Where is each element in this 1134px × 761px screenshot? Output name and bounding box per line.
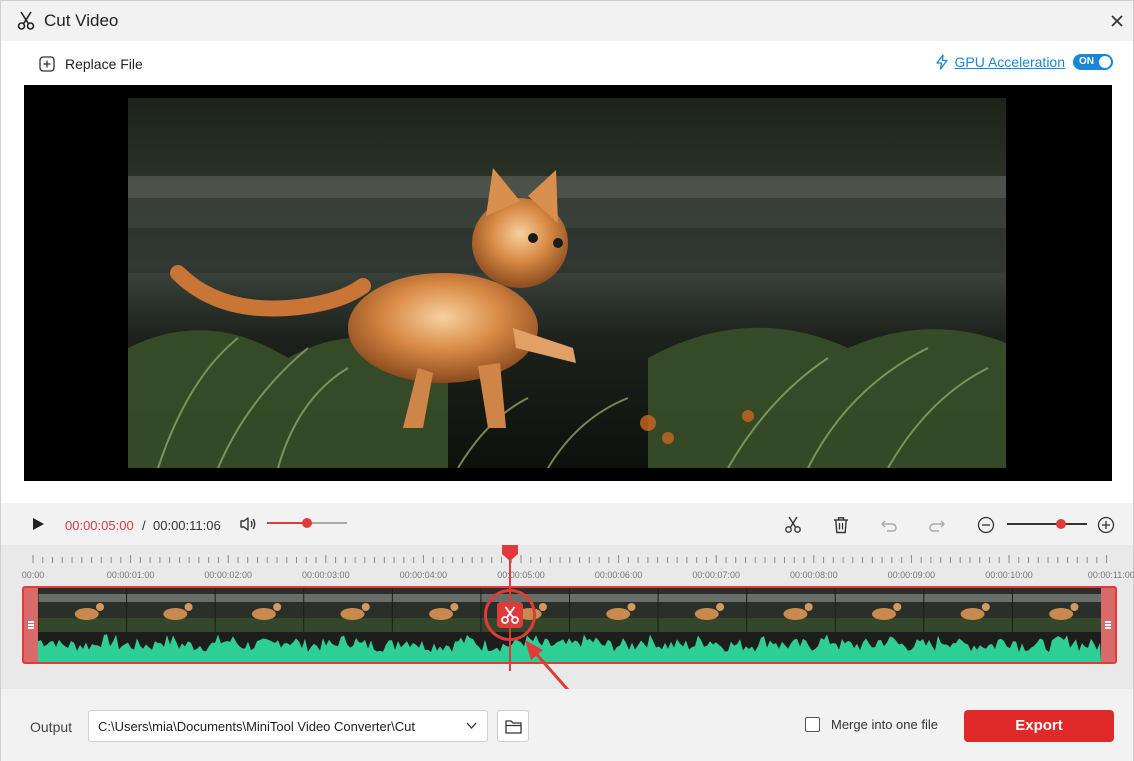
filmstrip-frame [834,588,924,632]
window-title: Cut Video [44,11,119,30]
video-frame-kitten [128,98,1006,468]
output-label: Output [30,719,73,735]
ruler-tick-label: 00:00:05:00 [497,570,545,580]
toggle-knob [1099,56,1111,68]
volume-slider[interactable] [267,516,347,530]
playhead-handle[interactable] [501,545,519,561]
top-toolbar: Replace File GPU Acceleration ON [1,41,1133,85]
zoom-fill [1007,523,1062,525]
trim-handle-left[interactable] [24,588,38,662]
output-bar: Output C:\Users\mia\Documents\MiniTool V… [1,689,1133,761]
title-bar: Cut Video [1,1,1133,41]
plus-square-icon [39,56,55,72]
scissors-icon [17,11,35,30]
ruler-tick-label: 00:00:04:00 [399,570,448,580]
filmstrip-frame [303,588,393,632]
timeline[interactable]: 00:00 00:00:01:00 00:00:02:00 00:00:03:00 00… [1,545,1134,717]
undo-icon[interactable] [880,516,898,534]
zoom-out-icon[interactable] [977,516,995,534]
total-time: 00:00:11:06 [153,518,221,533]
ruler-tick-label: 00:00:10:00 [985,570,1033,580]
filmstrip-frame [126,588,216,632]
playback-controls: 00:00:05:00 / 00:00:11:06 [1,503,1133,545]
ruler-tick-label: 00:00:08:00 [790,570,838,580]
filmstrip-frame [569,588,659,632]
merge-label: Merge into one file [831,717,938,732]
zoom-slider[interactable] [1007,517,1087,531]
merge-checkbox[interactable] [805,717,820,732]
trash-icon[interactable] [832,516,850,534]
volume-icon[interactable] [239,516,257,532]
ruler-tick-label: 00:00:02:00 [204,570,252,580]
gpu-toggle[interactable]: ON [1073,54,1113,70]
ruler-tick-label: 00:00:03:00 [302,570,350,580]
filmstrip-frame [391,588,481,632]
filmstrip-frame [214,588,304,632]
redo-icon[interactable] [928,516,946,534]
lightning-icon [935,54,948,70]
zoom-in-icon[interactable] [1097,516,1115,534]
video-preview[interactable] [24,85,1112,481]
cut-video-window: Cut Video Replace File GPU Acceleration … [0,0,1134,761]
trim-handle-right[interactable] [1101,588,1115,662]
scissors-icon[interactable] [784,516,802,534]
browse-folder-button[interactable] [497,710,529,742]
close-icon[interactable] [1107,11,1127,31]
filmstrip-frame [38,588,127,632]
ruler-ticks [32,555,1108,563]
filmstrip-thumbnails [38,588,1101,632]
video-preview-area [1,85,1133,503]
volume-fill [267,522,307,524]
current-time: 00:00:05:00 [65,518,134,533]
ruler-tick-label: 00:00 [21,570,45,580]
ruler-tick-label: 00:00:09:00 [887,570,936,580]
folder-icon [505,720,522,734]
ruler-tick-label: 00:00:07:00 [692,570,740,580]
time-separator: / [142,518,146,533]
filmstrip-frame [1011,588,1101,632]
gpu-acceleration: GPU Acceleration ON [935,54,1113,70]
chevron-down-icon [466,722,477,729]
time-ruler[interactable]: 00:00 00:00:01:00 00:00:02:00 00:00:03:00 00… [1,545,1134,583]
ruler-tick-label: 00:00:06:00 [594,570,643,580]
play-icon[interactable] [31,517,45,531]
ruler-tick-label: 00:00:11:00 [1087,570,1134,580]
output-path-value: C:\Users\mia\Documents\MiniTool Video Co… [98,719,415,734]
filmstrip-frame [923,588,1013,632]
gpu-acceleration-link[interactable]: GPU Acceleration [955,54,1066,70]
output-path-select[interactable]: C:\Users\mia\Documents\MiniTool Video Co… [88,710,488,742]
toggle-on-label: ON [1079,56,1094,67]
replace-file-label: Replace File [65,56,143,72]
filmstrip-frame [746,588,836,632]
merge-option[interactable]: Merge into one file [805,717,938,732]
replace-file-button[interactable]: Replace File [39,55,143,73]
split-scissors-icon[interactable] [497,602,523,628]
volume-knob[interactable] [302,518,312,528]
filmstrip-frame [657,588,747,632]
export-button[interactable]: Export [964,710,1114,742]
zoom-knob[interactable] [1056,519,1067,529]
ruler-tick-label: 00:00:01:00 [106,570,155,580]
